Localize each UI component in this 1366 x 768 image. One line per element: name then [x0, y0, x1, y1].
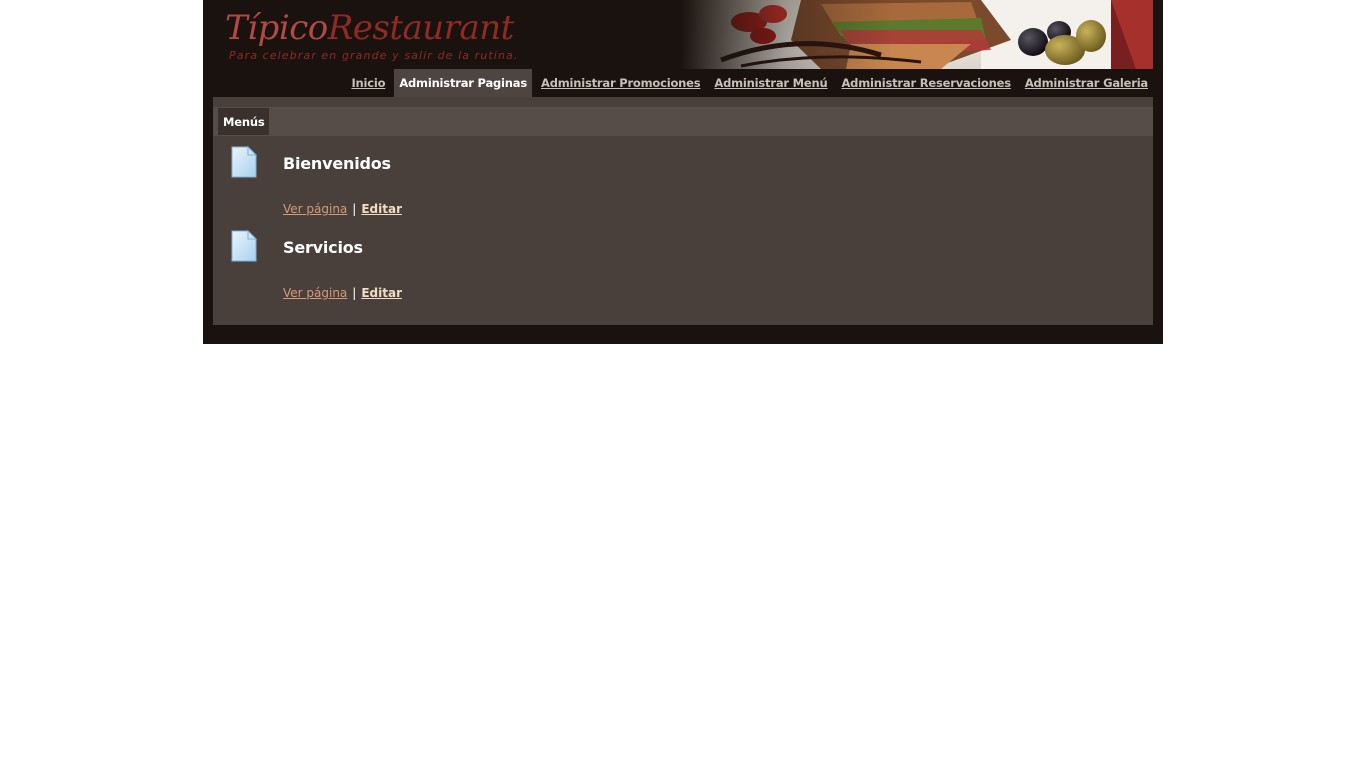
content-panel: Menús Bienvenidos Ver página | Editar Se…	[213, 97, 1153, 325]
nav-administrar-reservaciones[interactable]: Administrar Reservaciones	[836, 69, 1015, 97]
edit-link[interactable]: Editar	[361, 202, 402, 216]
logo-tagline: Para celebrar en grande y salir de la ru…	[229, 49, 519, 62]
document-icon	[231, 230, 258, 262]
action-separator: |	[352, 202, 357, 216]
logo-title-part2: Restaurant	[327, 8, 515, 48]
page-title: Bienvenidos	[283, 154, 391, 173]
header-food-photo	[681, 0, 1153, 69]
nav-administrar-promociones[interactable]: Administrar Promociones	[536, 69, 705, 97]
action-separator: |	[352, 286, 357, 300]
logo-title-part1: Típico	[225, 8, 328, 48]
view-page-link[interactable]: Ver página	[283, 202, 347, 216]
main-nav: Inicio Administrar Paginas Administrar P…	[342, 69, 1153, 97]
nav-administrar-paginas[interactable]: Administrar Paginas	[394, 69, 532, 97]
site-wrapper: TípicoRestaurant Para celebrar en grande…	[203, 0, 1163, 344]
food-photo-image	[681, 0, 1153, 69]
nav-administrar-galeria[interactable]: Administrar Galeria	[1020, 69, 1153, 97]
tab-menus[interactable]: Menús	[218, 108, 270, 135]
page-entry-bienvenidos: Bienvenidos Ver página | Editar	[213, 146, 1153, 230]
site-logo[interactable]: TípicoRestaurant Para celebrar en grande…	[225, 6, 519, 66]
page-actions: Ver página | Editar	[283, 202, 402, 216]
page-entry-servicios: Servicios Ver página | Editar	[213, 230, 1153, 314]
edit-link[interactable]: Editar	[361, 286, 402, 300]
page-title: Servicios	[283, 238, 363, 257]
document-icon	[231, 146, 258, 178]
header: TípicoRestaurant Para celebrar en grande…	[203, 0, 1163, 69]
nav-administrar-menu[interactable]: Administrar Menú	[709, 69, 832, 97]
page-actions: Ver página | Editar	[283, 286, 402, 300]
sub-nav-bar: Menús	[213, 107, 1153, 136]
nav-inicio[interactable]: Inicio	[346, 69, 390, 97]
logo-title: TípicoRestaurant	[225, 6, 514, 50]
view-page-link[interactable]: Ver página	[283, 286, 347, 300]
